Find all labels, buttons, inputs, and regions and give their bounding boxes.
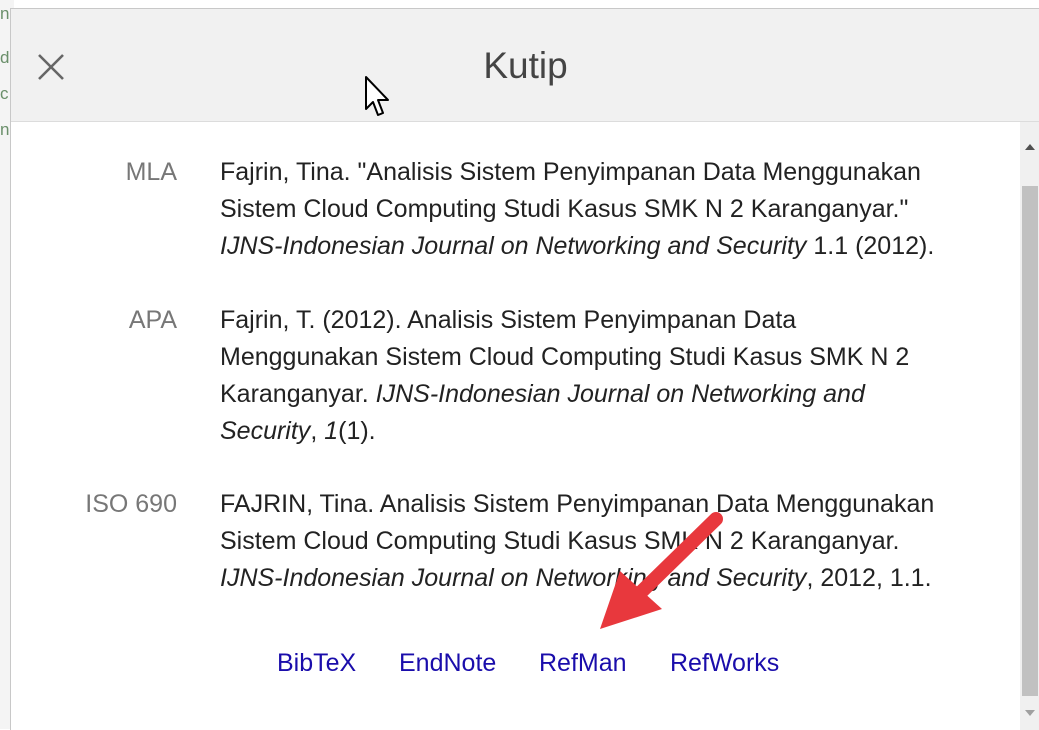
bibtex-link[interactable]: BibTeX [277, 649, 356, 678]
background-fragment: n [0, 120, 10, 139]
scroll-down-arrow-icon[interactable] [1020, 702, 1039, 724]
refman-link[interactable]: RefMan [539, 649, 627, 678]
citation-text[interactable]: Fajrin, T. (2012). Analisis Sistem Penyi… [220, 302, 980, 450]
citation-segment: Sistem Cloud Computing Studi Kasus SMK N… [220, 195, 909, 223]
citation-line: Fajrin, T. (2012). Analisis Sistem Penyi… [220, 302, 980, 339]
citation-style-label: ISO 690 [85, 490, 177, 518]
vertical-scrollbar[interactable] [1020, 122, 1039, 730]
citation-segment: FAJRIN, Tina. Analisis Sistem Penyimpana… [220, 490, 935, 518]
dialog-content: MLA Fajrin, Tina. "Analisis Sistem Penyi… [11, 122, 1020, 730]
export-links: BibTeX EndNote RefMan RefWorks [11, 649, 1020, 689]
dialog-header: Kutip [11, 9, 1039, 122]
citation-line: Security, 1(1). [220, 413, 980, 450]
background-fragment: c [0, 84, 9, 103]
citation-segment: , 2012, 1.1. [806, 564, 932, 592]
citation-line: Sistem Cloud Computing Studi Kasus SMK N… [220, 191, 980, 228]
citation-line: Karanganyar. IJNS-Indonesian Journal on … [220, 376, 980, 413]
citation-line: Menggunakan Sistem Cloud Computing Studi… [220, 339, 980, 376]
citation-segment: Fajrin, Tina. "Analisis Sistem Penyimpan… [220, 158, 921, 186]
mouse-cursor-icon [365, 76, 389, 116]
citation-line: IJNS-Indonesian Journal on Networking an… [220, 228, 980, 265]
citation-segment: 1.1 (2012). [806, 232, 935, 260]
scroll-up-arrow-icon[interactable] [1020, 136, 1039, 158]
red-arrow-annotation [600, 512, 723, 629]
background-fragment: d [0, 48, 10, 67]
endnote-link[interactable]: EndNote [399, 649, 496, 678]
citation-segment: , [310, 417, 325, 445]
citation-italic-segment: Security [220, 417, 311, 445]
background-fragment: n [0, 4, 10, 23]
citation-italic-segment: IJNS-Indonesian Journal on Networking an… [375, 380, 865, 408]
refworks-link[interactable]: RefWorks [670, 649, 779, 678]
citation-line: Fajrin, Tina. "Analisis Sistem Penyimpan… [220, 154, 980, 191]
cite-dialog: Kutip MLA Fajrin, Tina. "Analisis Sistem… [10, 8, 1039, 730]
citation-segment: Sistem Cloud Computing Studi Kasus SMK N… [220, 527, 900, 555]
citation-segment: (1). [338, 417, 376, 445]
citation-italic-segment: IJNS-Indonesian Journal on Networking an… [220, 232, 807, 260]
citation-italic-segment: 1 [324, 417, 339, 445]
citation-style-label: MLA [125, 158, 177, 186]
citation-segment: Menggunakan Sistem Cloud Computing Studi… [220, 343, 910, 371]
citation-segment: Karanganyar. [220, 380, 376, 408]
scrollbar-thumb[interactable] [1022, 186, 1038, 696]
citation-style-label: APA [128, 306, 177, 334]
citation-segment: Fajrin, T. (2012). Analisis Sistem Penyi… [220, 306, 797, 334]
citation-text[interactable]: Fajrin, Tina. "Analisis Sistem Penyimpan… [220, 154, 980, 265]
dialog-title: Kutip [483, 45, 568, 86]
